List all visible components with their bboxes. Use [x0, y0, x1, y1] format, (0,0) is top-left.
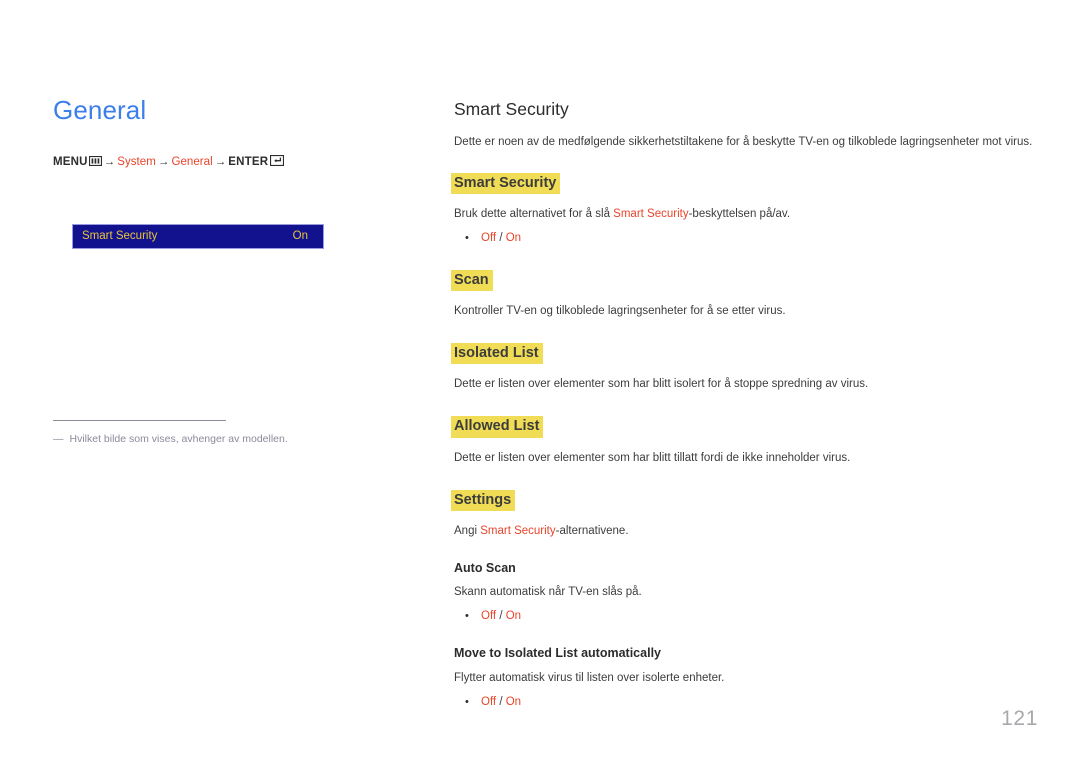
body-keyword: Smart Security [480, 524, 556, 537]
breadcrumb-arrow-1: → [103, 155, 116, 168]
section-heading-scan: Scan [451, 270, 493, 292]
subsection-heading-move-to-isolated-list: Move to Isolated List automatically [454, 646, 661, 661]
option-off[interactable]: Off [481, 696, 496, 708]
section-heading-isolated-list: Isolated List [451, 343, 543, 365]
subsection-auto-scan: Auto Scan Skann automatisk når TV-en slå… [454, 561, 1040, 625]
footnote-line: ― Hvilket bilde som vises, avhenger av m… [53, 432, 353, 446]
breadcrumb: MENU → System → General → ENTER [53, 154, 393, 169]
breadcrumb-enter-label: ENTER [228, 155, 269, 168]
subsection-body-move-to-isolated-list: Flytter automatisk virus til listen over… [454, 671, 725, 684]
section-body-settings: Angi Smart Security-alternativene. [454, 523, 1040, 539]
section-heading-settings: Settings [451, 489, 516, 511]
section-smart-security: Smart Security Bruk dette alternativet f… [451, 173, 1040, 246]
page-number: 121 [1001, 707, 1038, 730]
option-on[interactable]: On [506, 232, 521, 244]
bullet-icon: • [465, 695, 469, 708]
option-off[interactable]: Off [481, 232, 496, 244]
section-isolated-list: Isolated List Dette er listen over eleme… [451, 343, 1040, 392]
breadcrumb-menu-label: MENU [53, 155, 88, 168]
option-values: Off / On [481, 608, 1040, 624]
option-on[interactable]: On [506, 610, 521, 622]
option-values: Off / On [481, 694, 1040, 710]
bullet-icon: • [465, 232, 469, 245]
left-column: General MENU → System → General → ENTER [53, 96, 393, 169]
footnote-divider [53, 420, 226, 421]
footnote-dash: ― [53, 433, 64, 445]
subsection-body-auto-scan: Skann automatisk når TV-en slås på. [454, 586, 642, 599]
subsection-move-to-isolated-list: Move to Isolated List automatically Flyt… [454, 646, 1040, 710]
breadcrumb-item-general[interactable]: General [171, 156, 212, 168]
body-pre: Bruk dette alternativet for å slå [454, 208, 614, 221]
osd-menu-row-smart-security[interactable]: Smart Security On [72, 224, 324, 249]
section-body-allowed-list: Dette er listen over elementer som har b… [454, 451, 851, 464]
body-pre: Angi [454, 524, 481, 537]
section-scan: Scan Kontroller TV-en og tilkoblede lagr… [451, 270, 1040, 319]
breadcrumb-item-system[interactable]: System [117, 156, 156, 168]
right-column: Smart Security Dette er noen av de medfø… [451, 99, 1040, 732]
section-heading-smart-security: Smart Security [451, 173, 561, 195]
page-title: General [53, 95, 147, 125]
section-heading-allowed-list: Allowed List [451, 416, 544, 438]
enter-return-icon [270, 154, 285, 167]
subsection-heading-auto-scan: Auto Scan [454, 560, 516, 575]
body-keyword: Smart Security [613, 208, 689, 221]
body-post: -alternativene. [555, 524, 629, 537]
breadcrumb-arrow-2: → [157, 155, 170, 168]
section-body-smart-security: Bruk dette alternativet for å slå Smart … [454, 206, 1040, 222]
option-list-move-to-isolated-list: • Off / On [454, 694, 1040, 710]
section-body-scan: Kontroller TV-en og tilkoblede lagringse… [454, 305, 786, 318]
option-list-auto-scan: • Off / On [454, 608, 1040, 624]
option-list-smart-security: • Off / On [454, 230, 1040, 246]
osd-item-value: On [292, 229, 308, 242]
breadcrumb-arrow-3: → [214, 155, 227, 168]
menu-bars-icon [88, 155, 102, 166]
option-separator: / [496, 232, 506, 245]
section-settings: Settings Angi Smart Security-alternative… [451, 489, 1040, 710]
section-allowed-list: Allowed List Dette er listen over elemen… [451, 416, 1040, 465]
body-post: -beskyttelsen på/av. [688, 208, 791, 221]
option-off[interactable]: Off [481, 610, 496, 622]
option-values: Off / On [481, 230, 1040, 246]
section-body-isolated-list: Dette er listen over elementer som har b… [454, 378, 869, 391]
main-heading: Smart Security [454, 99, 569, 119]
footnote: ― Hvilket bilde som vises, avhenger av m… [53, 420, 353, 446]
bullet-icon: • [465, 610, 469, 623]
option-on[interactable]: On [506, 696, 521, 708]
footnote-text: Hvilket bilde som vises, avhenger av mod… [69, 433, 288, 445]
main-intro-text: Dette er noen av de medfølgende sikkerhe… [454, 136, 1033, 148]
option-separator: / [496, 695, 506, 708]
osd-item-label: Smart Security [82, 229, 158, 242]
option-separator: / [496, 610, 506, 623]
